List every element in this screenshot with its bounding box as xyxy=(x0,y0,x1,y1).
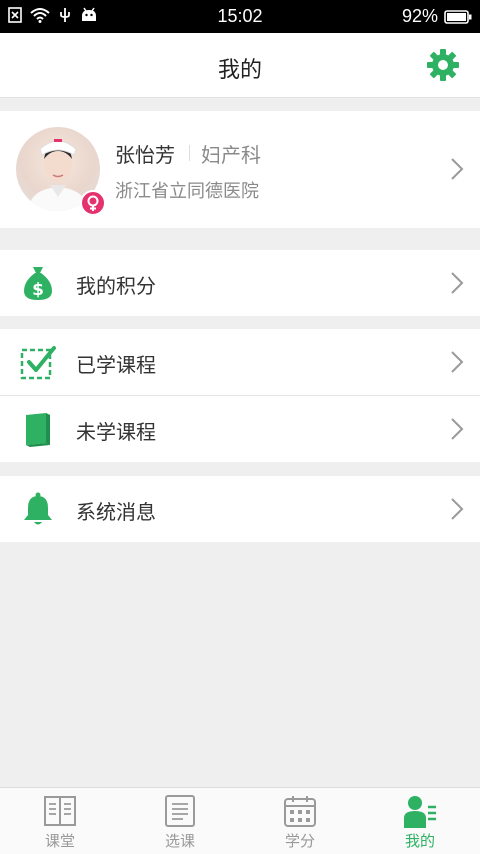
menu-item-learned-courses[interactable]: 已学课程 xyxy=(0,329,480,395)
name-separator xyxy=(189,145,190,161)
battery-icon xyxy=(444,9,472,24)
menu-label-points: 我的积分 xyxy=(76,274,156,298)
top-bar: 我的 xyxy=(0,33,480,98)
document-icon xyxy=(165,795,195,827)
settings-gear-icon[interactable] xyxy=(426,48,460,82)
bottom-tab-bar: 课堂 选课 学分 我的 xyxy=(0,787,480,854)
tab-classroom[interactable]: 课堂 xyxy=(0,788,120,854)
open-book-icon xyxy=(44,796,76,826)
menu-item-points[interactable]: $ 我的积分 xyxy=(0,250,480,316)
tab-mine[interactable]: 我的 xyxy=(360,788,480,854)
chevron-right-icon xyxy=(451,498,464,520)
tab-label-course-select: 选课 xyxy=(164,832,195,850)
money-bag-icon: $ xyxy=(24,267,52,300)
menu-item-unlearned-courses[interactable]: 未学课程 xyxy=(0,396,480,462)
menu-label-system-messages: 系统消息 xyxy=(76,500,156,524)
menu-label-unlearned-courses: 未学课程 xyxy=(76,420,156,444)
chevron-right-icon xyxy=(451,158,464,180)
chevron-right-icon xyxy=(451,418,464,440)
tab-credits[interactable]: 学分 xyxy=(240,788,360,854)
chevron-right-icon xyxy=(451,272,464,294)
battery-percent: 92% xyxy=(401,6,438,26)
menu-label-learned-courses: 已学课程 xyxy=(76,353,156,377)
bell-icon xyxy=(24,492,52,525)
user-name: 张怡芳 xyxy=(115,143,175,167)
page-title: 我的 xyxy=(217,58,262,83)
svg-text:$: $ xyxy=(32,280,44,300)
user-hospital: 浙江省立同德医院 xyxy=(115,181,259,202)
status-bar: 15:02 92% xyxy=(0,0,480,33)
status-right: 92% xyxy=(402,6,472,27)
book-icon xyxy=(26,413,50,447)
person-list-icon xyxy=(404,796,436,828)
profile-card[interactable]: 张怡芳 妇产科 浙江省立同德医院 xyxy=(0,111,480,228)
user-department: 妇产科 xyxy=(201,143,261,167)
calendar-icon xyxy=(284,796,316,827)
chevron-right-icon xyxy=(451,351,464,373)
tab-label-credits: 学分 xyxy=(284,832,315,850)
tab-label-mine: 我的 xyxy=(404,832,435,850)
checked-box-icon xyxy=(20,346,56,380)
tab-label-classroom: 课堂 xyxy=(44,832,75,850)
tab-course-select[interactable]: 选课 xyxy=(120,788,240,854)
menu-item-system-messages[interactable]: 系统消息 xyxy=(0,476,480,542)
female-badge-icon xyxy=(80,190,106,216)
